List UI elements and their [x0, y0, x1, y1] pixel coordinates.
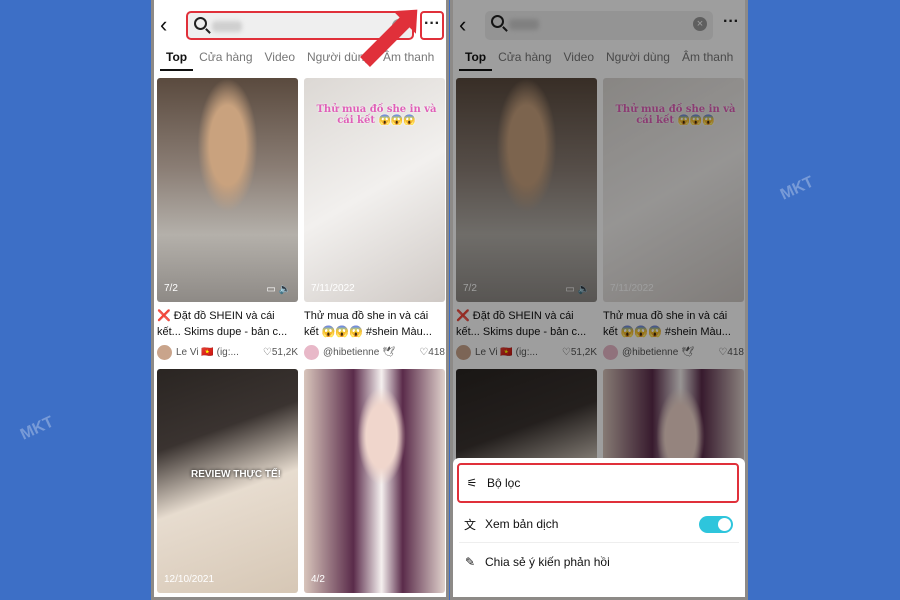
- video-date: 12/10/2021: [164, 574, 215, 585]
- search-icon: [194, 17, 207, 30]
- phone-more-menu: ‹ × ··· Top Cửa hàng Video Người dùng Âm…: [450, 0, 748, 600]
- tabs: Top Cửa hàng Video Người dùng Âm thanh: [160, 49, 446, 71]
- translate-label: Xem bản dịch: [485, 517, 559, 531]
- tab-shop[interactable]: Cửa hàng: [193, 49, 258, 71]
- avatar[interactable]: [304, 345, 319, 360]
- video-date: 7/11/2022: [311, 283, 355, 294]
- video-thumbnail[interactable]: 4/2: [304, 369, 445, 593]
- translate-menu-item[interactable]: 文 Xem bản dịch: [457, 504, 739, 544]
- video-thumbnail[interactable]: 7/2 ▭ 🔈: [157, 78, 298, 302]
- video-overlay-text: Thử mua đồ she in và cái kết 😱😱😱: [316, 104, 437, 126]
- like-count: ♡51,2K: [262, 347, 298, 358]
- video-card[interactable]: 4/2: [304, 369, 445, 593]
- watermark: MKT: [777, 173, 817, 204]
- search-query-blurred: [212, 21, 242, 32]
- back-icon[interactable]: ‹: [160, 14, 167, 36]
- author-name[interactable]: @hibetienne 🕊: [323, 347, 395, 358]
- video-card[interactable]: 7/2 ▭ 🔈 ❌ Đặt đồ SHEIN và cái kết... Ski…: [157, 78, 298, 360]
- video-caption: ❌ Đặt đồ SHEIN và cái kết... Skims dupe …: [157, 310, 288, 338]
- more-options-sheet: ⚟ Bộ lọc 文 Xem bản dịch ✎ Chia sẻ ý kiến ph…: [453, 458, 745, 597]
- author-name[interactable]: Le Vi 🇻🇳 (ig:...: [176, 347, 239, 358]
- watermark: MKT: [17, 413, 57, 444]
- video-date: 7/2: [164, 283, 178, 294]
- video-caption: Thử mua đồ she in và cái kết 😱😱😱 #shein …: [304, 310, 432, 338]
- filter-menu-item[interactable]: ⚟ Bộ lọc: [457, 463, 739, 503]
- video-thumbnail[interactable]: Thử mua đồ she in và cái kết 😱😱😱 7/11/20…: [304, 78, 445, 302]
- avatar[interactable]: [157, 345, 172, 360]
- caption-sound-icons[interactable]: ▭ 🔈: [266, 284, 291, 295]
- phone-search-results: ‹ × ··· Top Cửa hàng Video Người dùng Âm…: [151, 0, 449, 600]
- tab-video[interactable]: Video: [259, 49, 301, 71]
- feedback-icon: ✎: [464, 555, 476, 569]
- video-date: 4/2: [311, 574, 325, 585]
- tab-top[interactable]: Top: [160, 49, 194, 71]
- like-count: ♡418: [419, 347, 445, 358]
- tab-sounds[interactable]: Âm thanh: [377, 49, 440, 71]
- filter-label: Bộ lọc: [487, 476, 521, 490]
- video-card[interactable]: REVIEW THỰC TẾ! 12/10/2021: [157, 369, 298, 593]
- video-card[interactable]: Thử mua đồ she in và cái kết 😱😱😱 7/11/20…: [304, 78, 445, 360]
- video-thumbnail[interactable]: REVIEW THỰC TẾ! 12/10/2021: [157, 369, 298, 593]
- feedback-menu-item[interactable]: ✎ Chia sẻ ý kiến phản hồi: [457, 542, 739, 582]
- sliders-icon: ⚟: [466, 476, 478, 490]
- translate-icon: 文: [463, 517, 476, 532]
- video-overlay-text: REVIEW THỰC TẾ!: [191, 469, 281, 480]
- feedback-label: Chia sẻ ý kiến phản hồi: [485, 555, 610, 569]
- translate-toggle[interactable]: [699, 516, 733, 533]
